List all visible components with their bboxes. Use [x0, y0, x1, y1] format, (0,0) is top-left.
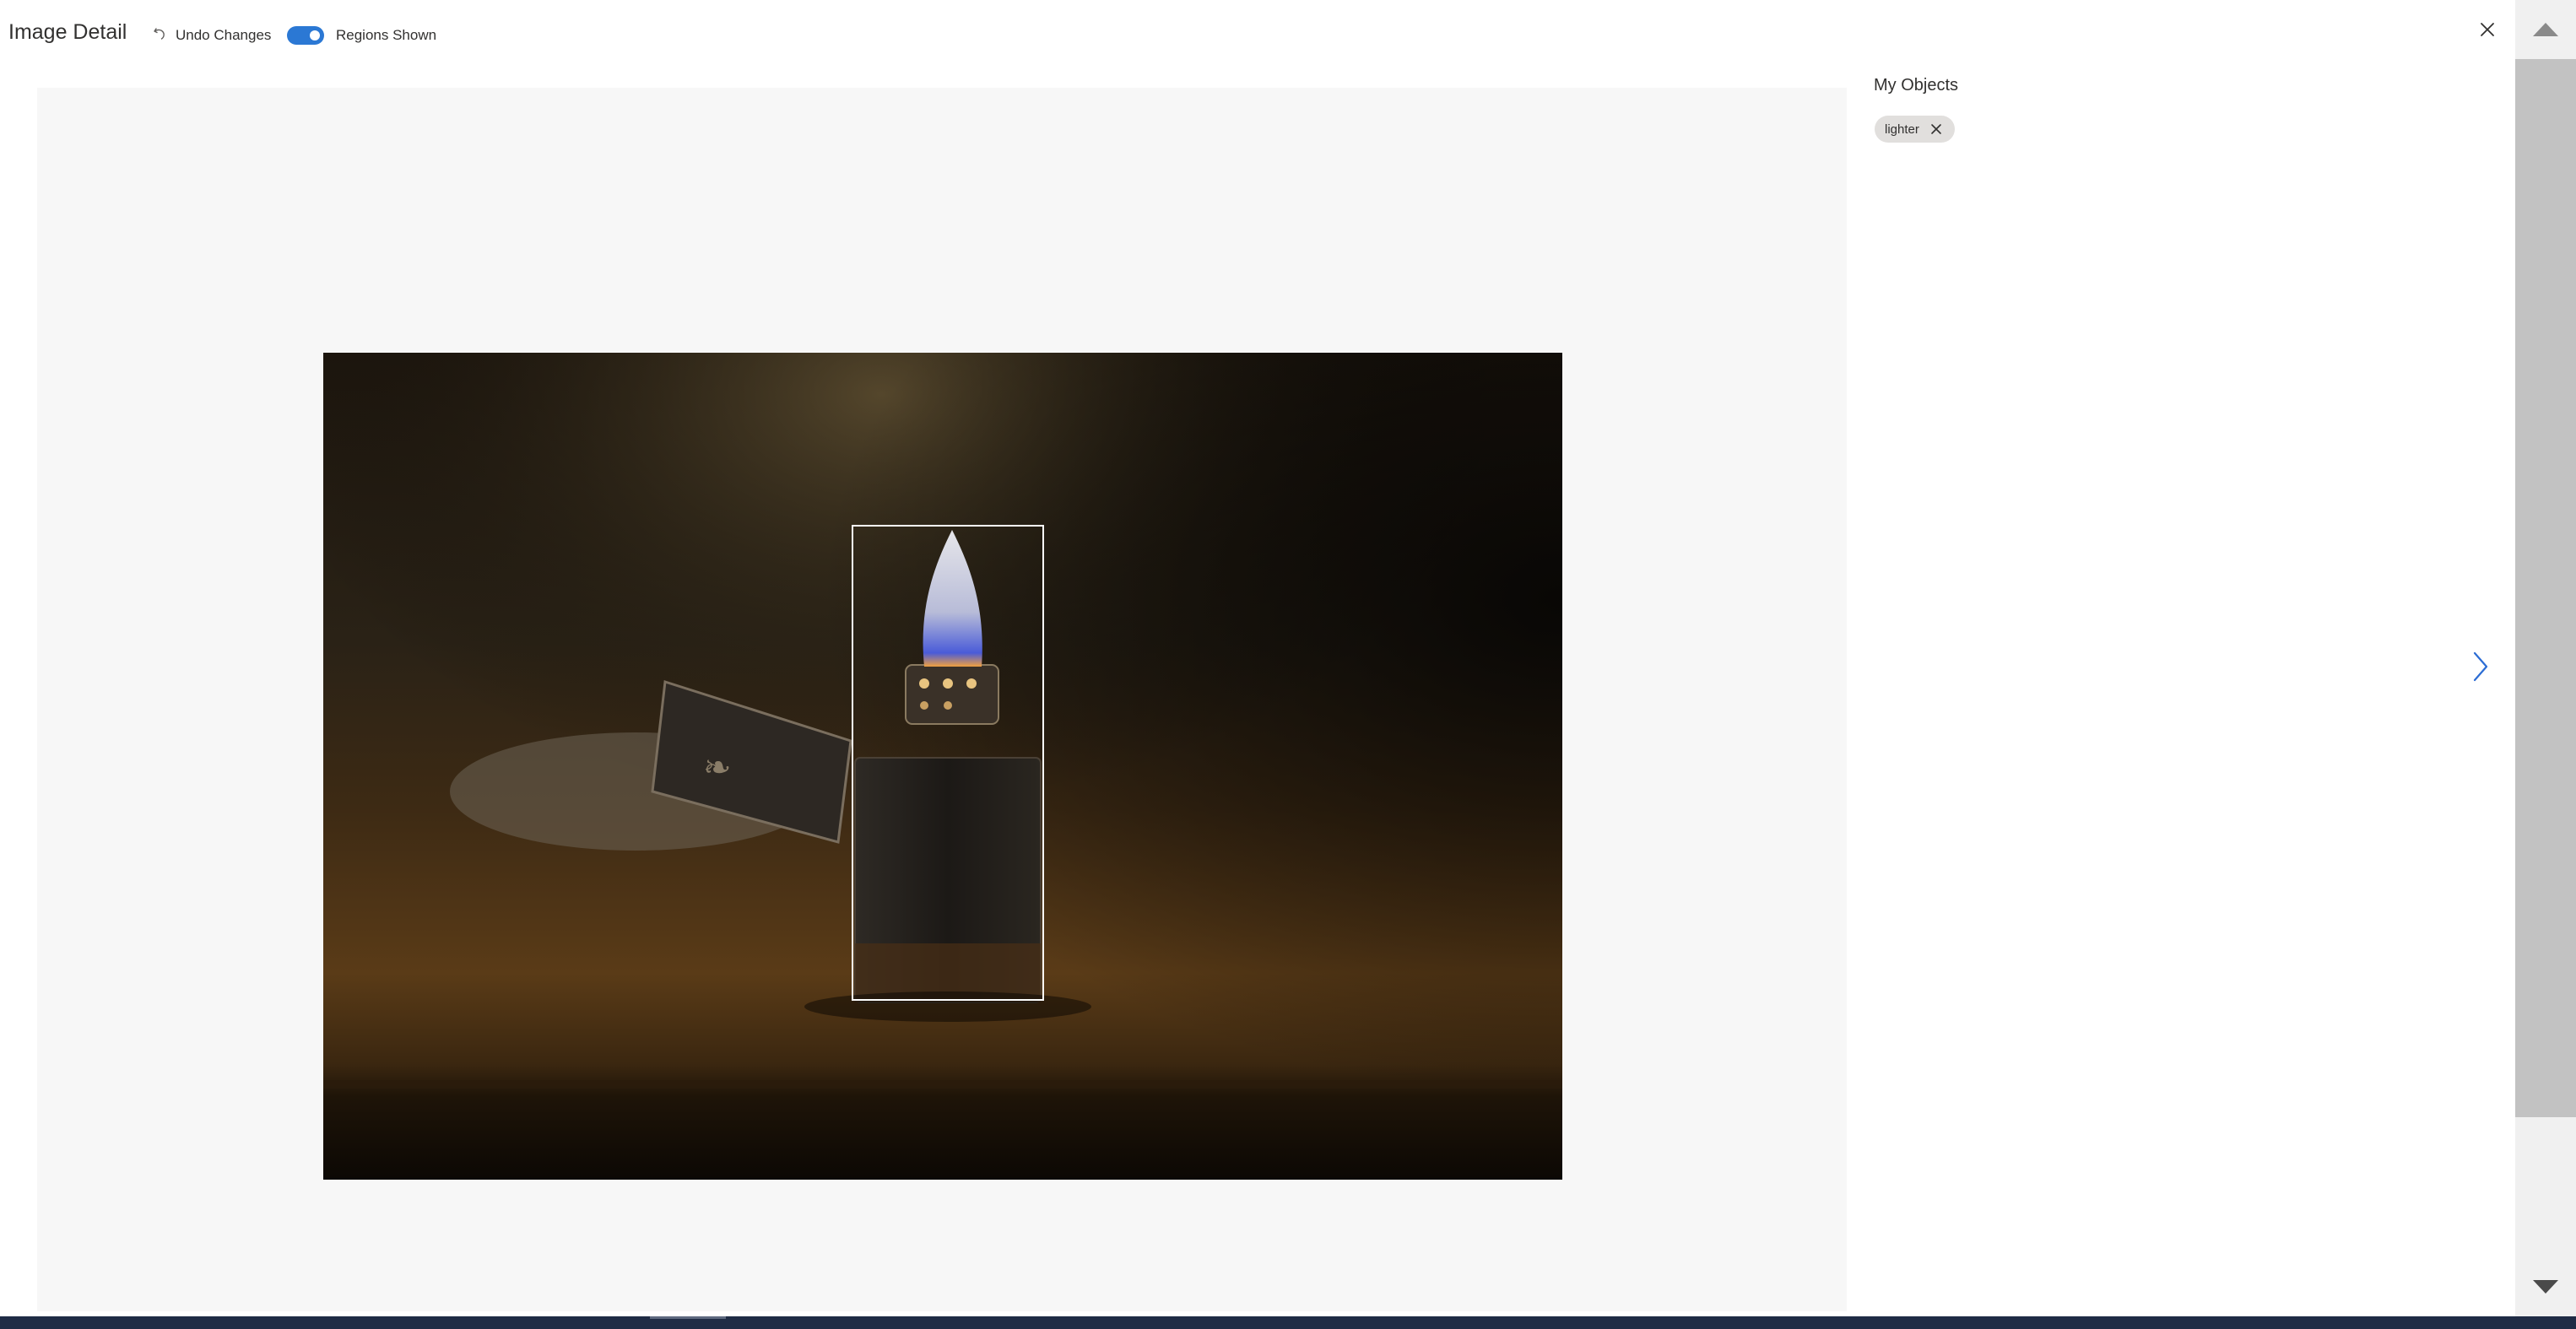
- triangle-up-icon: [2533, 23, 2558, 36]
- image-stage: ❧: [37, 88, 1847, 1311]
- scroll-up-button[interactable]: [2515, 0, 2576, 59]
- regions-shown-toggle[interactable]: [287, 26, 324, 45]
- panel-title: My Objects: [1874, 76, 1959, 95]
- region-box-lighter[interactable]: [852, 525, 1044, 1001]
- triangle-down-icon: [2533, 1280, 2558, 1294]
- tag-label: lighter: [1885, 122, 1919, 137]
- scroll-down-button[interactable]: [2515, 1257, 2576, 1316]
- page-title: Image Detail: [8, 20, 127, 44]
- objects-panel: My Objects lighter: [1874, 76, 2465, 1257]
- next-image-button[interactable]: [2468, 648, 2493, 685]
- regions-toggle-group: Regions Shown: [287, 24, 436, 46]
- undo-changes-button[interactable]: Undo Changes: [152, 24, 271, 47]
- scrollbar-thumb[interactable]: [2515, 59, 2576, 1117]
- undo-changes-label: Undo Changes: [176, 27, 272, 43]
- remove-tag-button[interactable]: [1929, 122, 1943, 136]
- taskbar-indicator: [650, 1316, 726, 1319]
- undo-icon: [152, 26, 167, 46]
- toggle-knob: [310, 30, 320, 41]
- vertical-scrollbar[interactable]: [2515, 0, 2576, 1316]
- taskbar-strip: [0, 1316, 2576, 1329]
- close-icon: [1931, 124, 1941, 134]
- header-bar: Image Detail Undo Changes Regions Shown: [0, 0, 2515, 68]
- regions-shown-label: Regions Shown: [336, 27, 437, 43]
- close-button[interactable]: [2475, 17, 2500, 42]
- close-icon: [2481, 23, 2494, 36]
- chevron-right-icon: [2473, 651, 2488, 682]
- tag-chip-lighter[interactable]: lighter: [1875, 116, 1955, 143]
- image-detail-view: Image Detail Undo Changes Regions Shown: [0, 0, 2576, 1329]
- svg-text:❧: ❧: [703, 748, 732, 787]
- photo-lighter: ❧: [323, 353, 1562, 1180]
